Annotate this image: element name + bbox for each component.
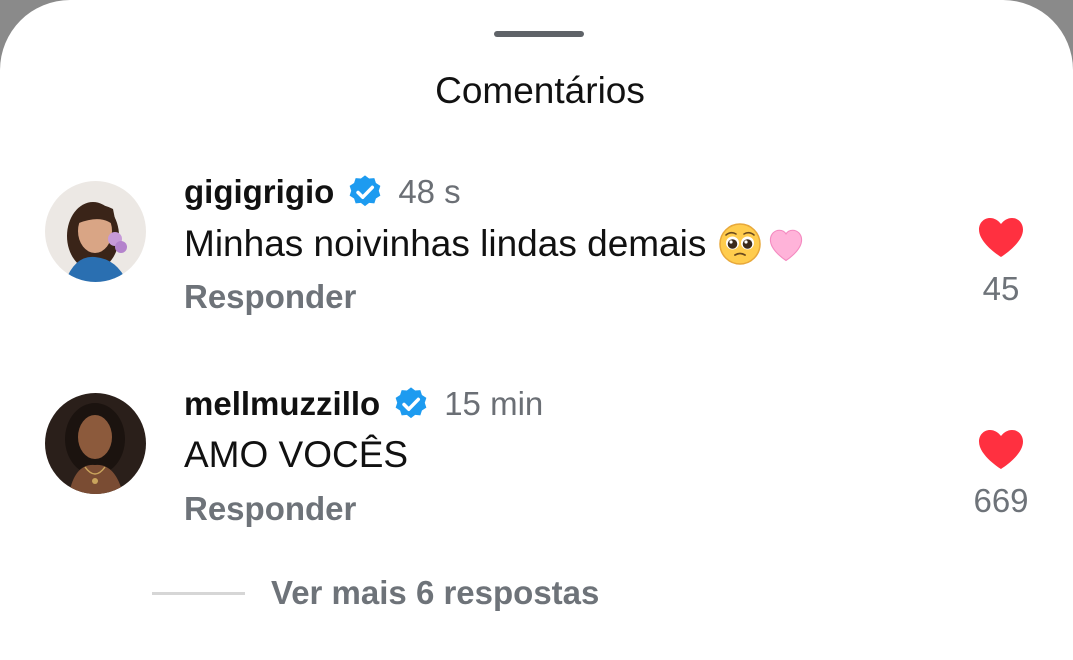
- like-button[interactable]: 669: [951, 428, 1051, 520]
- comment-item: gigigrigio 48 s Minhas noivinhas lindas …: [0, 172, 1073, 352]
- comment-header: mellmuzzillo 15 min: [184, 384, 543, 424]
- verified-badge-icon: [392, 385, 430, 423]
- avatar-image: [45, 181, 146, 282]
- comment-text-row: Minhas noivinhas lindas demais: [184, 222, 808, 266]
- comment-text-row: AMO VOCÊS: [184, 434, 408, 476]
- comment-time: 48 s: [398, 173, 461, 210]
- like-count: 45: [982, 270, 1020, 307]
- drag-handle[interactable]: [494, 31, 584, 37]
- username[interactable]: mellmuzzillo: [184, 385, 380, 423]
- avatar[interactable]: [45, 393, 146, 494]
- sheet-title: Comentários: [435, 70, 645, 111]
- comment-header: gigigrigio 48 s: [184, 172, 461, 212]
- reply-button[interactable]: Responder: [184, 278, 356, 316]
- like-count: 669: [973, 482, 1029, 519]
- reply-button[interactable]: Responder: [184, 490, 356, 528]
- comment-time: 15 min: [444, 385, 544, 422]
- comment-item: mellmuzzillo 15 min AMO VOCÊS Responder …: [0, 384, 1073, 564]
- comment-text: AMO VOCÊS: [184, 434, 409, 475]
- heart-icon: [979, 430, 1023, 469]
- avatar-image: [45, 393, 146, 494]
- heart-icon: [979, 218, 1023, 257]
- comments-sheet: Comentários gigigrigio 48 s Minhas noivi…: [0, 0, 1073, 660]
- verified-badge-icon: [346, 173, 384, 211]
- pink-heart-icon: [764, 222, 808, 266]
- pleading-face-icon: [718, 222, 762, 266]
- avatar[interactable]: [45, 181, 146, 282]
- replies-divider: [152, 591, 245, 595]
- username[interactable]: gigigrigio: [184, 173, 334, 211]
- view-more-replies[interactable]: Ver mais 6 respostas: [152, 572, 599, 614]
- like-button[interactable]: 45: [951, 216, 1051, 308]
- comment-text: Minhas noivinhas lindas demais: [184, 223, 707, 264]
- view-more-replies-label[interactable]: Ver mais 6 respostas: [271, 574, 599, 612]
